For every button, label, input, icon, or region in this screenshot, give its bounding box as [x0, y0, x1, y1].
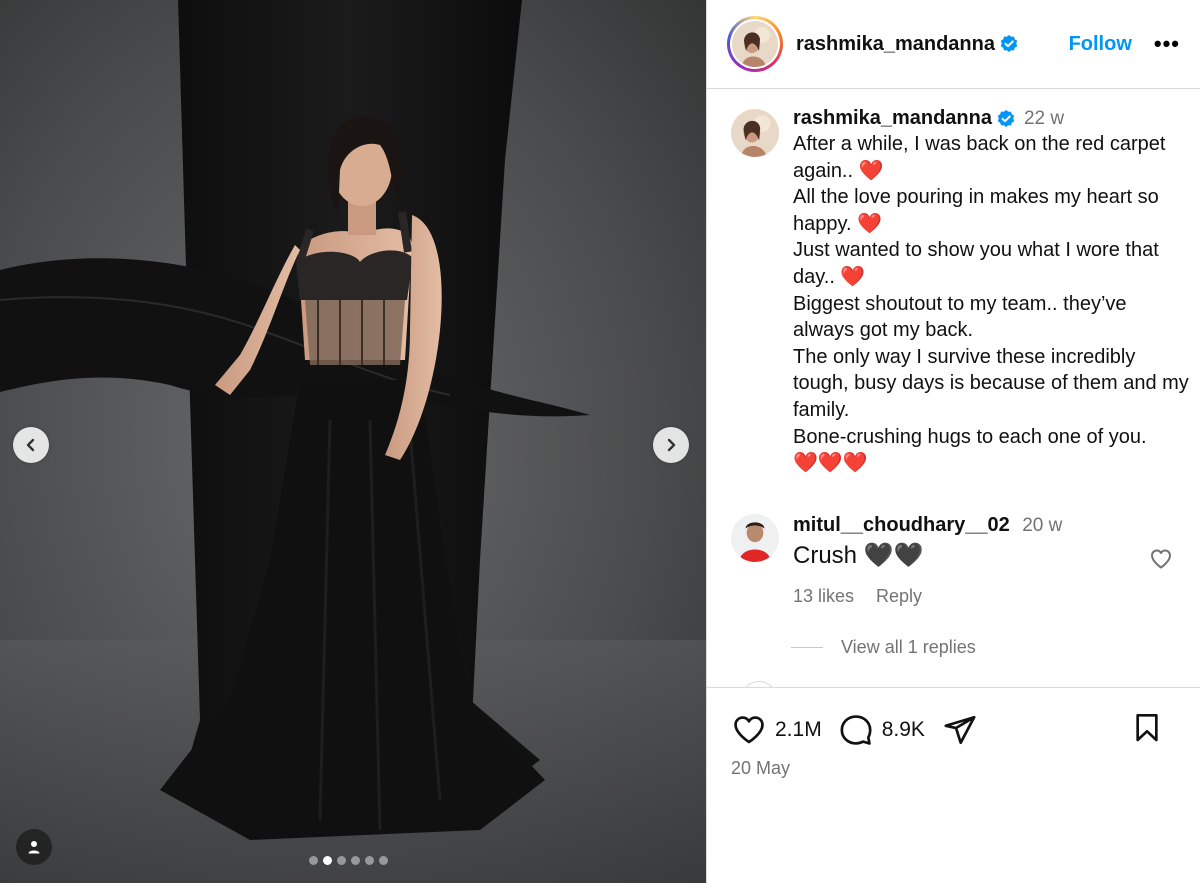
avatar [732, 21, 778, 67]
post-side-panel: rashmika_mandanna Follow ••• rashmika_ma… [706, 0, 1200, 883]
comment-timestamp[interactable]: 20 w [1022, 515, 1062, 536]
carousel-dot [323, 856, 332, 865]
caption-username[interactable]: rashmika_mandanna [793, 107, 992, 129]
like-count[interactable]: 2.1M [775, 718, 822, 742]
share-button[interactable] [943, 713, 977, 747]
story-ring[interactable] [727, 16, 783, 72]
commenter-avatar[interactable] [731, 514, 779, 562]
heart-icon [734, 716, 764, 744]
comment-count: 8.9K [881, 718, 925, 741]
comment-button[interactable]: 8.9K [838, 713, 925, 747]
view-replies[interactable]: View all 1 replies [791, 637, 976, 658]
carousel-dot [365, 856, 374, 865]
comment-item: mitul__choudhary__02 20 w Crush 🖤🖤 13 li… [731, 514, 1181, 607]
more-options-icon[interactable]: ••• [1154, 33, 1180, 55]
carousel-dot [351, 856, 360, 865]
post-header: rashmika_mandanna Follow ••• [707, 0, 1200, 89]
post-photo [0, 0, 706, 883]
carousel-indicator [309, 856, 388, 865]
follow-button[interactable]: Follow [1069, 33, 1132, 56]
comment-icon [840, 715, 872, 745]
verified-badge-icon [997, 109, 1015, 127]
comment-likes[interactable]: 13 likes [793, 586, 854, 607]
instagram-post-view: rashmika_mandanna Follow ••• rashmika_ma… [0, 0, 1200, 883]
avatar[interactable] [731, 109, 779, 157]
like-button[interactable]: 2.1M [731, 713, 822, 747]
comment-heart-icon[interactable] [1149, 547, 1173, 571]
post-actions: 2.1M 8.9K 20 May [707, 687, 1200, 883]
carousel-dot [309, 856, 318, 865]
comment-username[interactable]: mitul__choudhary__02 [793, 514, 1010, 536]
comment-text: Crush 🖤🖤 [793, 542, 924, 569]
carousel-next-button[interactable] [653, 427, 689, 463]
carousel-prev-button[interactable] [13, 427, 49, 463]
caption-timestamp[interactable]: 22 w [1024, 108, 1064, 129]
chevron-left-icon [26, 438, 35, 452]
user-tag-button[interactable] [16, 829, 52, 865]
verified-badge-icon [1000, 35, 1018, 53]
user-tag-icon [28, 841, 40, 854]
bookmark-icon [1136, 713, 1158, 741]
comments-scroll-area[interactable]: rashmika_mandanna 22 w After a while, I … [707, 89, 1200, 687]
view-replies-label[interactable]: View all 1 replies [841, 637, 976, 658]
carousel-dot [337, 856, 346, 865]
comment-reply-button[interactable]: Reply [876, 586, 922, 607]
post-date[interactable]: 20 May [731, 758, 790, 779]
paper-plane-icon [944, 715, 976, 745]
post-author-username[interactable]: rashmika_mandanna [796, 33, 1019, 56]
post-caption: rashmika_mandanna 22 w After a while, I … [731, 107, 1189, 477]
caption-text: After a while, I was back on the red car… [793, 133, 1189, 475]
replies-divider [791, 647, 823, 648]
chevron-right-icon [667, 438, 676, 452]
save-button[interactable] [1131, 711, 1163, 750]
post-media [0, 0, 706, 883]
carousel-dot [379, 856, 388, 865]
